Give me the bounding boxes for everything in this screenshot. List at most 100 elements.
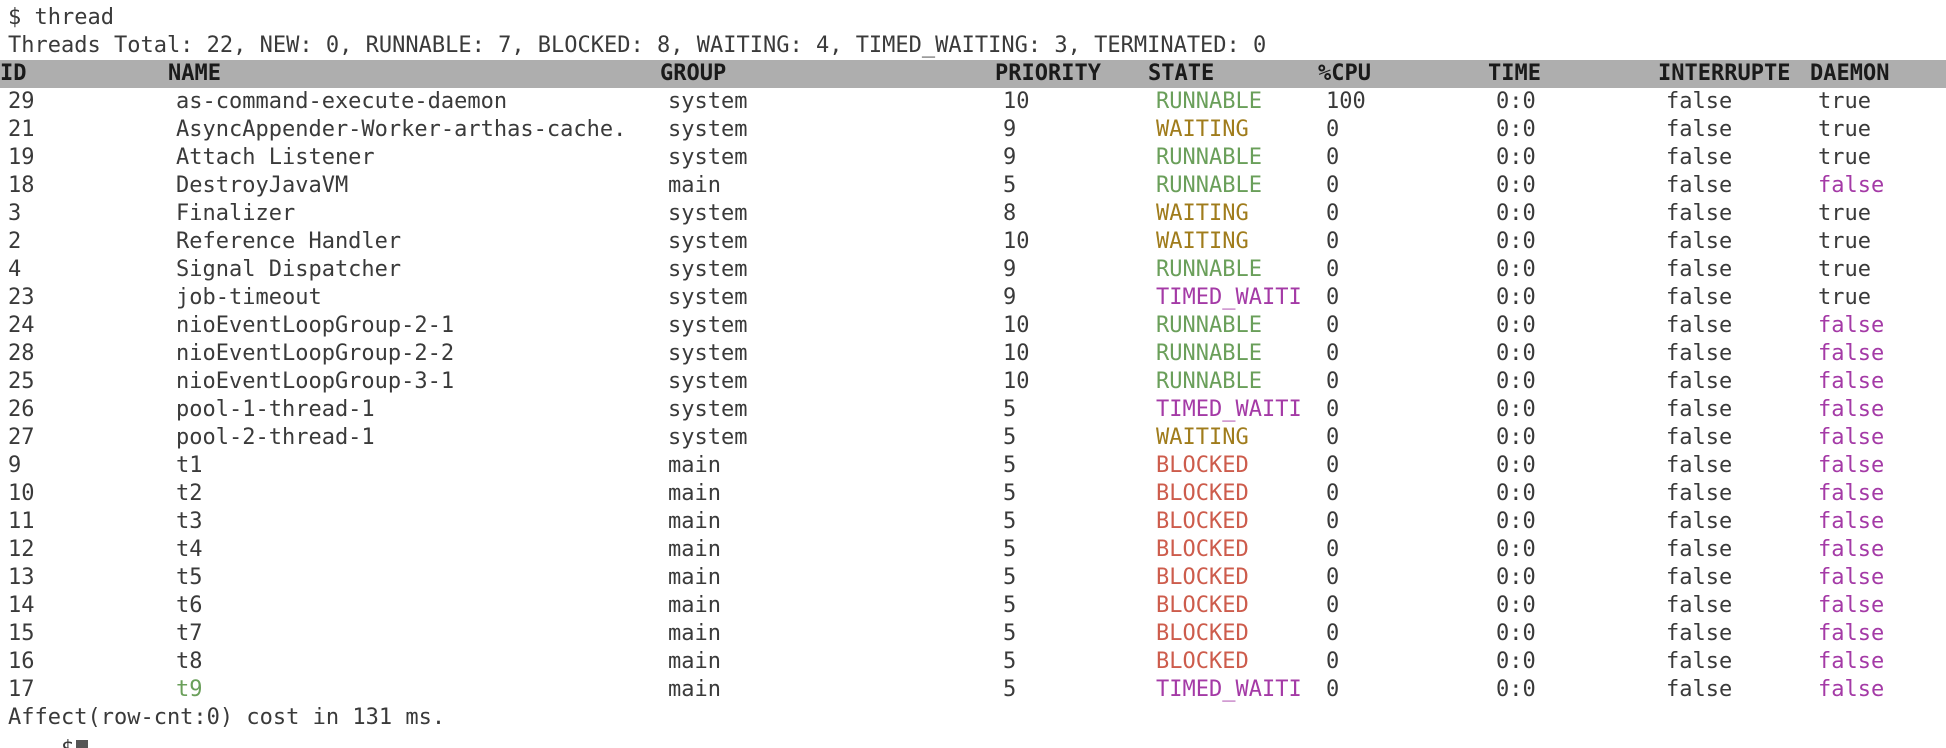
table-row: 12 t4 main 5 BLOCKED 0 0:0 false false bbox=[8, 536, 1946, 564]
thread-name: t1 bbox=[176, 453, 203, 478]
thread-time: 0:0 bbox=[1496, 593, 1536, 618]
thread-state: TIMED_WAITI bbox=[1156, 285, 1302, 310]
thread-interrupted: false bbox=[1666, 117, 1733, 142]
thread-time: 0:0 bbox=[1496, 425, 1536, 450]
thread-cpu: 0 bbox=[1326, 425, 1340, 450]
thread-priority: 5 bbox=[1003, 565, 1017, 590]
thread-group: system bbox=[668, 201, 748, 226]
thread-daemon: false bbox=[1818, 677, 1885, 702]
thread-interrupted: false bbox=[1666, 425, 1733, 450]
thread-time: 0:0 bbox=[1496, 229, 1536, 254]
table-row: 11 t3 main 5 BLOCKED 0 0:0 false false bbox=[8, 508, 1946, 536]
thread-interrupted: false bbox=[1666, 89, 1733, 114]
table-row: 29 as-command-execute-daemon system 10 RUNNA… bbox=[8, 88, 1946, 116]
thread-interrupted: false bbox=[1666, 537, 1733, 562]
thread-group: system bbox=[668, 341, 748, 366]
thread-state: WAITING bbox=[1156, 425, 1249, 450]
thread-interrupted: false bbox=[1666, 229, 1733, 254]
thread-state: RUNNABLE bbox=[1156, 341, 1262, 366]
thread-state: BLOCKED bbox=[1156, 453, 1249, 478]
thread-cpu: 0 bbox=[1326, 397, 1340, 422]
table-row: 3 Finalizer system 8 WAITING 0 0:0 false true bbox=[8, 200, 1946, 228]
thread-priority: 10 bbox=[1003, 369, 1030, 394]
thread-state: RUNNABLE bbox=[1156, 89, 1262, 114]
thread-group: main bbox=[668, 509, 721, 534]
thread-id: 23 bbox=[8, 285, 35, 310]
thread-name: DestroyJavaVM bbox=[176, 173, 349, 198]
thread-id: 27 bbox=[8, 425, 35, 450]
thread-state: WAITING bbox=[1156, 229, 1249, 254]
thread-name: t7 bbox=[176, 621, 203, 646]
thread-cpu: 0 bbox=[1326, 201, 1340, 226]
thread-group: main bbox=[668, 565, 721, 590]
thread-cpu: 0 bbox=[1326, 453, 1340, 478]
thread-name: t9 bbox=[176, 677, 203, 702]
thread-group: main bbox=[668, 593, 721, 618]
thread-daemon: true bbox=[1818, 145, 1871, 170]
thread-cpu: 0 bbox=[1326, 313, 1340, 338]
thread-daemon: false bbox=[1818, 453, 1885, 478]
thread-id: 2 bbox=[8, 229, 22, 254]
thread-daemon: false bbox=[1818, 537, 1885, 562]
thread-priority: 10 bbox=[1003, 89, 1030, 114]
thread-priority: 9 bbox=[1003, 285, 1017, 310]
thread-time: 0:0 bbox=[1496, 257, 1536, 282]
thread-daemon: false bbox=[1818, 565, 1885, 590]
header-interrupted: INTERRUPTE bbox=[1658, 61, 1791, 86]
thread-time: 0:0 bbox=[1496, 89, 1536, 114]
footer-status: Affect(row-cnt:0) cost in 131 ms. bbox=[8, 705, 446, 730]
thread-cpu: 0 bbox=[1326, 537, 1340, 562]
thread-priority: 5 bbox=[1003, 537, 1017, 562]
table-row: 23 job-timeout system 9 TIMED_WAITI 0 0:0 false… bbox=[8, 284, 1946, 312]
thread-time: 0:0 bbox=[1496, 677, 1536, 702]
thread-name: t3 bbox=[176, 509, 203, 534]
header-id: ID bbox=[0, 61, 27, 86]
thread-interrupted: false bbox=[1666, 621, 1733, 646]
thread-group: main bbox=[668, 481, 721, 506]
thread-id: 12 bbox=[8, 537, 35, 562]
cursor bbox=[76, 740, 89, 748]
table-row: 17 t9 main 5 TIMED_WAITI 0 0:0 false false bbox=[8, 676, 1946, 704]
thread-cpu: 0 bbox=[1326, 257, 1340, 282]
thread-priority: 5 bbox=[1003, 481, 1017, 506]
thread-id: 15 bbox=[8, 621, 35, 646]
thread-summary: Threads Total: 22, NEW: 0, RUNNABLE: 7, … bbox=[8, 33, 1267, 58]
thread-interrupted: false bbox=[1666, 145, 1733, 170]
shell-prompt[interactable]: $ bbox=[8, 732, 1946, 748]
thread-name: AsyncAppender-Worker-arthas-cache. bbox=[176, 117, 627, 142]
thread-cpu: 100 bbox=[1326, 89, 1366, 114]
thread-name: t5 bbox=[176, 565, 203, 590]
thread-cpu: 0 bbox=[1326, 649, 1340, 674]
table-row: 19 Attach Listener system 9 RUNNABLE 0 0:0 fals… bbox=[8, 144, 1946, 172]
thread-cpu: 0 bbox=[1326, 341, 1340, 366]
thread-interrupted: false bbox=[1666, 593, 1733, 618]
header-daemon: DAEMON bbox=[1810, 61, 1890, 86]
thread-table-body: 29 as-command-execute-daemon system 10 RUNNA… bbox=[8, 88, 1946, 704]
thread-interrupted: false bbox=[1666, 173, 1733, 198]
table-row: 16 t8 main 5 BLOCKED 0 0:0 false false bbox=[8, 648, 1946, 676]
thread-state: BLOCKED bbox=[1156, 565, 1249, 590]
thread-state: RUNNABLE bbox=[1156, 313, 1262, 338]
table-row: 18 DestroyJavaVM main 5 RUNNABLE 0 0:0 false fal… bbox=[8, 172, 1946, 200]
thread-daemon: false bbox=[1818, 481, 1885, 506]
thread-group: main bbox=[668, 537, 721, 562]
thread-state: RUNNABLE bbox=[1156, 173, 1262, 198]
thread-interrupted: false bbox=[1666, 341, 1733, 366]
thread-time: 0:0 bbox=[1496, 649, 1536, 674]
thread-priority: 5 bbox=[1003, 397, 1017, 422]
thread-name: t4 bbox=[176, 537, 203, 562]
thread-time: 0:0 bbox=[1496, 509, 1536, 534]
thread-id: 16 bbox=[8, 649, 35, 674]
thread-priority: 5 bbox=[1003, 621, 1017, 646]
thread-priority: 5 bbox=[1003, 677, 1017, 702]
thread-interrupted: false bbox=[1666, 481, 1733, 506]
thread-group: main bbox=[668, 649, 721, 674]
thread-group: system bbox=[668, 425, 748, 450]
thread-group: system bbox=[668, 117, 748, 142]
thread-id: 19 bbox=[8, 145, 35, 170]
thread-group: system bbox=[668, 397, 748, 422]
thread-cpu: 0 bbox=[1326, 565, 1340, 590]
thread-interrupted: false bbox=[1666, 397, 1733, 422]
thread-daemon: false bbox=[1818, 649, 1885, 674]
thread-priority: 10 bbox=[1003, 313, 1030, 338]
